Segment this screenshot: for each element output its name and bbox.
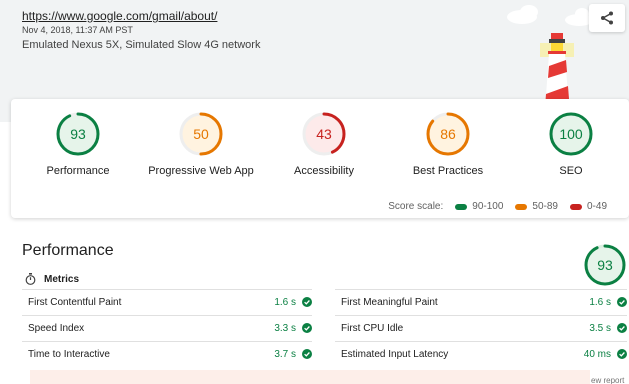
gauge-ring: 93 (56, 112, 100, 156)
metric-name: First Meaningful Paint (341, 296, 438, 308)
metric-name: First CPU Idle (341, 322, 404, 334)
check-circle-icon (617, 323, 627, 333)
view-report-link[interactable]: ew report (591, 376, 624, 384)
gauge-score: 50 (193, 126, 209, 142)
check-circle-icon (302, 297, 312, 307)
metric-value-group: 40 ms (584, 349, 627, 360)
metric-row: First CPU Idle 3.5 s (335, 315, 627, 340)
scale-item-average: 50-89 (515, 201, 558, 212)
score-scale-legend: Score scale: 90-100 50-89 0-49 (388, 201, 607, 212)
scores-summary-card: 93 Performance 50 Progressive Web App 43 Acce… (11, 99, 629, 218)
check-circle-icon (302, 349, 312, 359)
gauge-ring: 50 (179, 112, 223, 156)
gauge-score: 43 (316, 126, 332, 142)
fail-indicator (569, 203, 582, 210)
gauge-label: Accessibility (294, 165, 354, 177)
gauge-ring: 86 (426, 112, 470, 156)
check-circle-icon (617, 349, 627, 359)
gauge-label: Progressive Web App (148, 165, 254, 177)
metric-name: Speed Index (28, 322, 85, 334)
gauge-label: Performance (46, 165, 110, 177)
score-gauge-best-practices[interactable]: 86 Best Practices (393, 111, 503, 177)
score-scale-label: Score scale: (388, 201, 444, 212)
metric-row: Speed Index 3.3 s (22, 315, 312, 340)
score-gauge-seo[interactable]: 100 SEO (516, 111, 626, 177)
scale-item-pass: 90-100 (455, 201, 503, 212)
metric-value: 40 ms (583, 348, 611, 360)
emulation-info: Emulated Nexus 5X, Simulated Slow 4G net… (22, 39, 261, 51)
section-title-performance: Performance (22, 242, 114, 259)
gauge-ring: 100 (549, 112, 593, 156)
average-indicator (515, 203, 528, 210)
metric-name: Time to Interactive (28, 348, 110, 360)
metric-row: First Meaningful Paint 1.6 s (335, 289, 627, 314)
metric-value: 3.7 s (274, 348, 296, 360)
metric-value-group: 1.6 s (274, 297, 312, 308)
opportunities-banner (30, 370, 590, 384)
metric-row: First Contentful Paint 1.6 s (22, 289, 312, 314)
cloud-decoration (520, 5, 538, 19)
share-button[interactable] (589, 4, 625, 32)
metrics-header: Metrics (25, 273, 79, 285)
metrics-label: Metrics (44, 273, 80, 285)
metric-value-group: 1.6 s (589, 297, 627, 308)
score-gauge-accessibility[interactable]: 43 Accessibility (269, 111, 379, 177)
metric-value: 3.3 s (274, 322, 296, 334)
scale-range: 90-100 (472, 201, 504, 212)
stopwatch-icon (25, 273, 36, 285)
page-url-link[interactable]: https://www.google.com/gmail/about/ (22, 9, 217, 23)
gauge-ring: 43 (302, 112, 346, 156)
scale-range: 0-49 (586, 201, 607, 212)
pass-indicator (455, 203, 468, 210)
scale-range: 50-89 (532, 201, 558, 212)
gauge-label: Best Practices (412, 165, 484, 177)
check-circle-icon (302, 323, 312, 333)
metric-value-group: 3.7 s (274, 349, 312, 360)
metric-value: 1.6 s (274, 296, 296, 308)
score-gauge-performance[interactable]: 93 Performance (23, 111, 133, 177)
report-date: Nov 4, 2018, 11:37 AM PST (22, 25, 133, 35)
metric-value-group: 3.5 s (589, 323, 627, 334)
gauge-score: 100 (559, 126, 583, 142)
score-gauge-progressive-web-app[interactable]: 50 Progressive Web App (146, 111, 256, 177)
share-icon (601, 11, 613, 25)
gauge-label: SEO (559, 165, 583, 177)
scale-item-fail: 0-49 (569, 201, 607, 212)
cloud-decoration (575, 8, 589, 20)
metric-value: 1.6 s (589, 296, 611, 308)
performance-section-gauge[interactable]: 93 (583, 243, 627, 287)
gauge-score: 93 (597, 257, 613, 273)
metric-name: First Contentful Paint (28, 296, 122, 308)
metric-value-group: 3.3 s (274, 323, 312, 334)
metric-row: Estimated Input Latency 40 ms (335, 341, 627, 366)
check-circle-icon (617, 297, 627, 307)
gauge-score: 93 (70, 126, 86, 142)
metric-row: Time to Interactive 3.7 s (22, 341, 312, 366)
gauge-score: 86 (440, 126, 456, 142)
metric-value: 3.5 s (589, 322, 611, 334)
metric-name: Estimated Input Latency (341, 348, 449, 360)
